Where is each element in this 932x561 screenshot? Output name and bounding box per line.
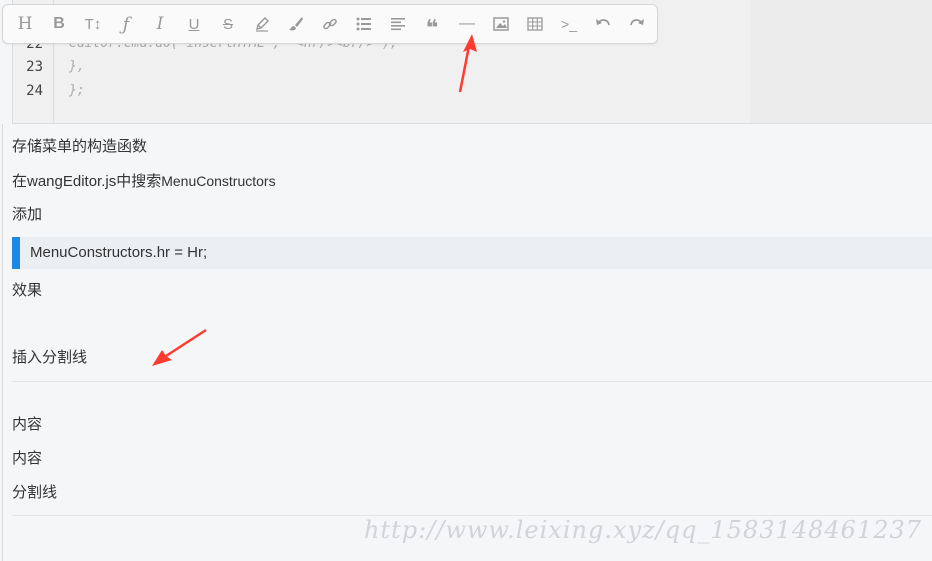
code-icon: >_ xyxy=(561,16,577,32)
code-button[interactable]: >_ xyxy=(555,10,583,38)
editor-toolbar: H B T↕ ƒ I U S ❝ — >_ xyxy=(2,4,658,44)
watermark: http://www.leixing.xyz/qq_1583148461237 xyxy=(363,516,922,544)
list-button[interactable] xyxy=(350,10,378,38)
paragraph: 效果 xyxy=(12,282,43,299)
back-color-button[interactable] xyxy=(282,10,310,38)
image-icon xyxy=(493,17,509,31)
content-left-border xyxy=(2,124,3,561)
code-text: }, xyxy=(69,59,85,74)
horizontal-rule xyxy=(12,381,932,382)
code-text: }; xyxy=(69,83,85,98)
undo-icon xyxy=(596,19,610,26)
justify-button[interactable] xyxy=(384,10,412,38)
brush-icon xyxy=(289,17,303,31)
paragraph: 在wangEditor.js中搜索MenuConstructors xyxy=(12,171,276,192)
table-icon xyxy=(527,17,543,31)
line-number: 24 xyxy=(26,83,43,99)
quote-icon: ❝ xyxy=(425,15,439,40)
code-line: 23 }, xyxy=(13,55,713,79)
paragraph: 内容 xyxy=(12,416,43,433)
italic-icon: I xyxy=(156,14,164,34)
link-button[interactable] xyxy=(316,10,344,38)
align-left-icon xyxy=(391,18,405,31)
code-side-shade xyxy=(750,0,932,123)
blockquote-text: MenuConstructors.hr = Hr; xyxy=(30,244,208,261)
annotation-arrow-icon xyxy=(152,328,207,366)
underline-button[interactable]: U xyxy=(180,10,208,38)
bold-icon: B xyxy=(53,15,65,32)
font-family-button[interactable]: ƒ xyxy=(112,10,140,38)
underline-icon: U xyxy=(188,15,200,33)
link-icon xyxy=(323,18,337,30)
fore-color-button[interactable] xyxy=(248,10,276,38)
quote-button[interactable]: ❝ xyxy=(418,10,446,40)
bold-button[interactable]: B xyxy=(45,10,73,38)
paragraph-text: 在wangEditor.js中搜索 xyxy=(12,173,162,190)
font-family-icon: ƒ xyxy=(122,13,130,35)
strikethrough-icon: S xyxy=(222,15,233,33)
redo-icon xyxy=(630,19,644,26)
list-icon xyxy=(356,17,371,31)
strikethrough-button[interactable]: S xyxy=(214,10,242,38)
font-size-button[interactable]: T↕ xyxy=(79,10,107,38)
table-button[interactable] xyxy=(521,10,549,38)
paragraph: 插入分割线 xyxy=(12,349,88,366)
paragraph: 存储菜单的构造函数 xyxy=(12,138,148,155)
image-button[interactable] xyxy=(487,10,515,38)
blockquote: MenuConstructors.hr = Hr; xyxy=(12,237,932,269)
annotation-arrow-icon xyxy=(458,34,477,93)
redo-button[interactable] xyxy=(623,10,651,38)
font-size-icon: T↕ xyxy=(84,15,102,33)
code-line: 24 }; xyxy=(13,79,713,103)
line-number: 23 xyxy=(26,59,43,75)
paragraph: 内容 xyxy=(12,450,43,467)
italic-button[interactable]: I xyxy=(146,10,174,38)
undo-button[interactable] xyxy=(589,10,617,38)
inline-code-text: MenuConstructors xyxy=(161,173,276,189)
pencil-icon xyxy=(256,17,269,32)
paragraph: 添加 xyxy=(12,206,43,223)
heading-icon: H xyxy=(17,14,33,34)
paragraph: 分割线 xyxy=(12,484,58,501)
heading-button[interactable]: H xyxy=(11,10,39,38)
editor-page: 22 editor.cmd.do('insertHTML', '<hr/><br… xyxy=(0,0,932,561)
